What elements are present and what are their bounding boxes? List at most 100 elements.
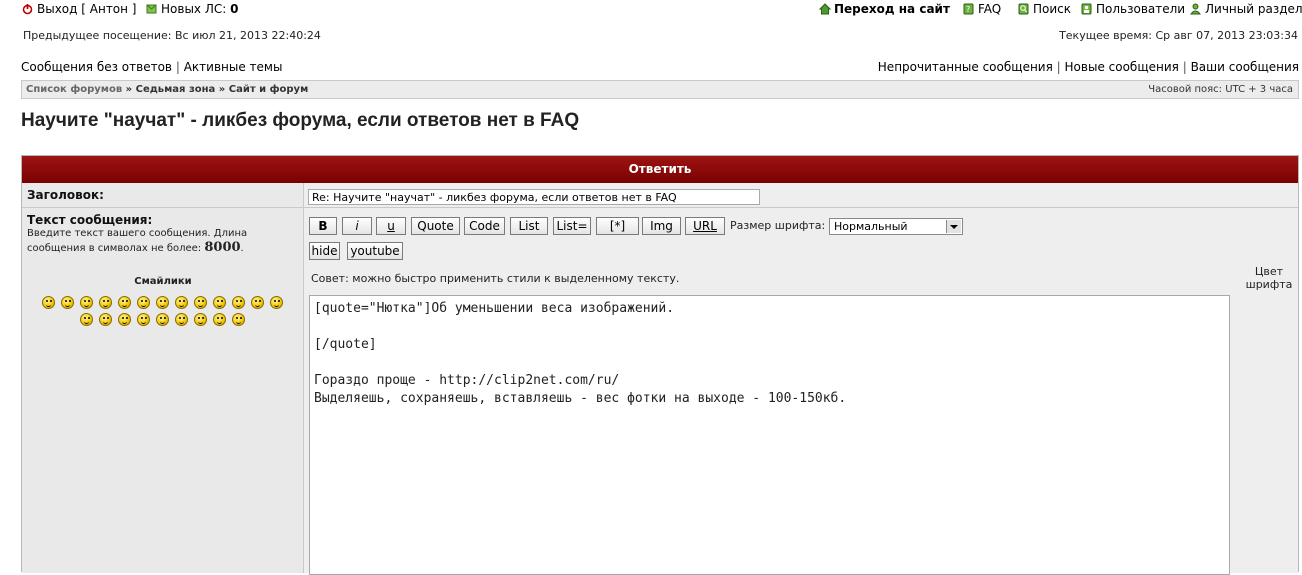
faq-link[interactable]: ? FAQ [963, 2, 1001, 16]
current-time: Текущее время: Ср авг 07, 2013 23:03:34 [1059, 29, 1298, 42]
smiley-icon[interactable] [194, 313, 207, 326]
smiley-icon[interactable] [156, 313, 169, 326]
goto-site-link[interactable]: Переход на сайт [818, 2, 950, 16]
smiley-icon[interactable] [194, 296, 207, 309]
logout-label: Выход [ Антон ] [37, 2, 137, 16]
text-line: [/quote] [314, 337, 377, 352]
svg-text:?: ? [966, 5, 970, 14]
font-color-label-line1: Цвет [1254, 265, 1284, 278]
smiley-icon[interactable] [175, 296, 188, 309]
bold-button[interactable]: B [309, 217, 337, 235]
home-icon [818, 3, 832, 15]
nav-left: Сообщения без ответов | Активные темы [21, 60, 282, 74]
personal-link[interactable]: Личный раздел [1189, 2, 1302, 16]
font-size-value: Нормальный [834, 220, 908, 233]
users-label: Пользователи [1096, 2, 1186, 16]
goto-site-label: Переход на сайт [834, 2, 950, 16]
url-button[interactable]: URL [685, 217, 725, 235]
nav-right: Непрочитанные сообщения | Новые сообщени… [878, 60, 1299, 74]
smiley-icon[interactable] [156, 296, 169, 309]
breadcrumb-forum[interactable]: Сайт и форум [229, 84, 309, 95]
smiley-icon[interactable] [213, 296, 226, 309]
faq-label: FAQ [978, 2, 1002, 16]
breadcrumb: Список форумов » Седьмая зона » Сайт и ф… [21, 80, 1299, 99]
subject-input-cell: Re: Научите "научат" - ликбез форума, ес… [304, 183, 1298, 207]
body-max-chars: 8000 [204, 240, 241, 255]
breadcrumb-separator: » [218, 84, 226, 95]
editor-cell: B i u Quote Code List List= [*] Img URL … [304, 208, 1300, 575]
new-posts-link[interactable]: Новые сообщения [1065, 60, 1179, 74]
list-button[interactable]: List [510, 217, 548, 235]
code-button[interactable]: Code [464, 217, 505, 235]
message-textarea[interactable]: [quote="Нютка"]Об уменьшении веса изобра… [309, 295, 1230, 575]
subject-input[interactable]: Re: Научите "научат" - ликбез форума, ес… [308, 189, 760, 205]
smilies-label: Смайлики [134, 276, 192, 287]
font-color-label-line2: шрифта [1245, 278, 1293, 291]
search-label: Поиск [1033, 2, 1072, 16]
smiley-icon[interactable] [270, 296, 283, 309]
ordered-list-button[interactable]: List= [553, 217, 591, 235]
smiley-icon[interactable] [80, 313, 93, 326]
search-link[interactable]: Поиск [1018, 2, 1071, 16]
smiley-icon[interactable] [137, 313, 150, 326]
smiley-icon[interactable] [118, 313, 131, 326]
smiley-icon[interactable] [251, 296, 264, 309]
unanswered-link[interactable]: Сообщения без ответов [21, 60, 172, 74]
breadcrumb-forum-list[interactable]: Список форумов [26, 84, 122, 95]
users-link[interactable]: Пользователи [1081, 2, 1185, 16]
smiley-icon[interactable] [232, 313, 245, 326]
list-item-button[interactable]: [*] [596, 217, 639, 235]
person-icon [1189, 3, 1202, 15]
faq-icon: ? [963, 3, 974, 15]
image-button[interactable]: Img [642, 217, 681, 235]
smiley-icon[interactable] [137, 296, 150, 309]
pm-count: 0 [230, 2, 239, 16]
text-line [314, 354, 1225, 372]
underline-button[interactable]: u [376, 217, 406, 235]
body-label-cell: Текст сообщения: Введите текст вашего со… [22, 208, 304, 573]
logout-link[interactable]: Выход [ Антон ] [22, 2, 137, 16]
italic-button[interactable]: i [342, 217, 372, 235]
text-line [314, 318, 1225, 336]
nav-separator: | [1182, 60, 1187, 74]
quote-button[interactable]: Quote [411, 217, 460, 235]
smiley-icon[interactable] [42, 296, 55, 309]
nav-separator: | [1056, 60, 1061, 74]
font-size-select[interactable]: Нормальный [829, 218, 963, 235]
private-messages-link[interactable]: Новых ЛС: 0 [146, 2, 238, 16]
font-size-label: Размер шрифта: [730, 219, 826, 232]
chevron-down-icon [946, 220, 961, 233]
subject-row: Заголовок: Re: Научите "научат" - ликбез… [22, 183, 1298, 208]
tip-text: Совет: можно быстро применить стили к вы… [311, 272, 680, 285]
text-line: Выделяешь, сохраняешь, вставляешь - вес … [314, 391, 847, 406]
reply-panel: Ответить Заголовок: Re: Научите "научат"… [21, 155, 1300, 575]
subject-label-cell: Заголовок: [22, 183, 304, 207]
hide-button[interactable]: hide [309, 242, 340, 260]
timezone: Часовой пояс: UTC + 3 часа [1148, 84, 1293, 95]
unread-link[interactable]: Непрочитанные сообщения [878, 60, 1053, 74]
smiley-icon[interactable] [213, 313, 226, 326]
active-topics-link[interactable]: Активные темы [184, 60, 283, 74]
breadcrumb-zone[interactable]: Седьмая зона [136, 84, 216, 95]
youtube-button[interactable]: youtube [347, 242, 403, 260]
text-line: Гораздо проще - http://clip2net.com/ru/ [314, 373, 620, 388]
body-label: Текст сообщения: [27, 213, 153, 227]
breadcrumb-trail: Список форумов » Седьмая зона » Сайт и ф… [26, 84, 308, 95]
users-icon [1081, 3, 1092, 15]
smiley-icon[interactable] [99, 313, 112, 326]
previous-visit: Предыдущее посещение: Вс июл 21, 2013 22… [23, 29, 321, 42]
nav-separator: | [175, 60, 180, 74]
breadcrumb-separator: » [125, 84, 133, 95]
font-color-label: Цвет шрифта [1238, 265, 1300, 291]
smiley-icon[interactable] [61, 296, 74, 309]
smiley-icon[interactable] [80, 296, 93, 309]
smiley-icon[interactable] [99, 296, 112, 309]
text-line: [quote="Нютка"]Об уменьшении веса изобра… [314, 301, 675, 316]
smiley-icon[interactable] [118, 296, 131, 309]
personal-label: Личный раздел [1205, 2, 1302, 16]
smiley-icon[interactable] [175, 313, 188, 326]
smiley-icon[interactable] [232, 296, 245, 309]
search-icon [1018, 3, 1029, 15]
your-posts-link[interactable]: Ваши сообщения [1191, 60, 1299, 74]
message-icon [146, 3, 157, 15]
